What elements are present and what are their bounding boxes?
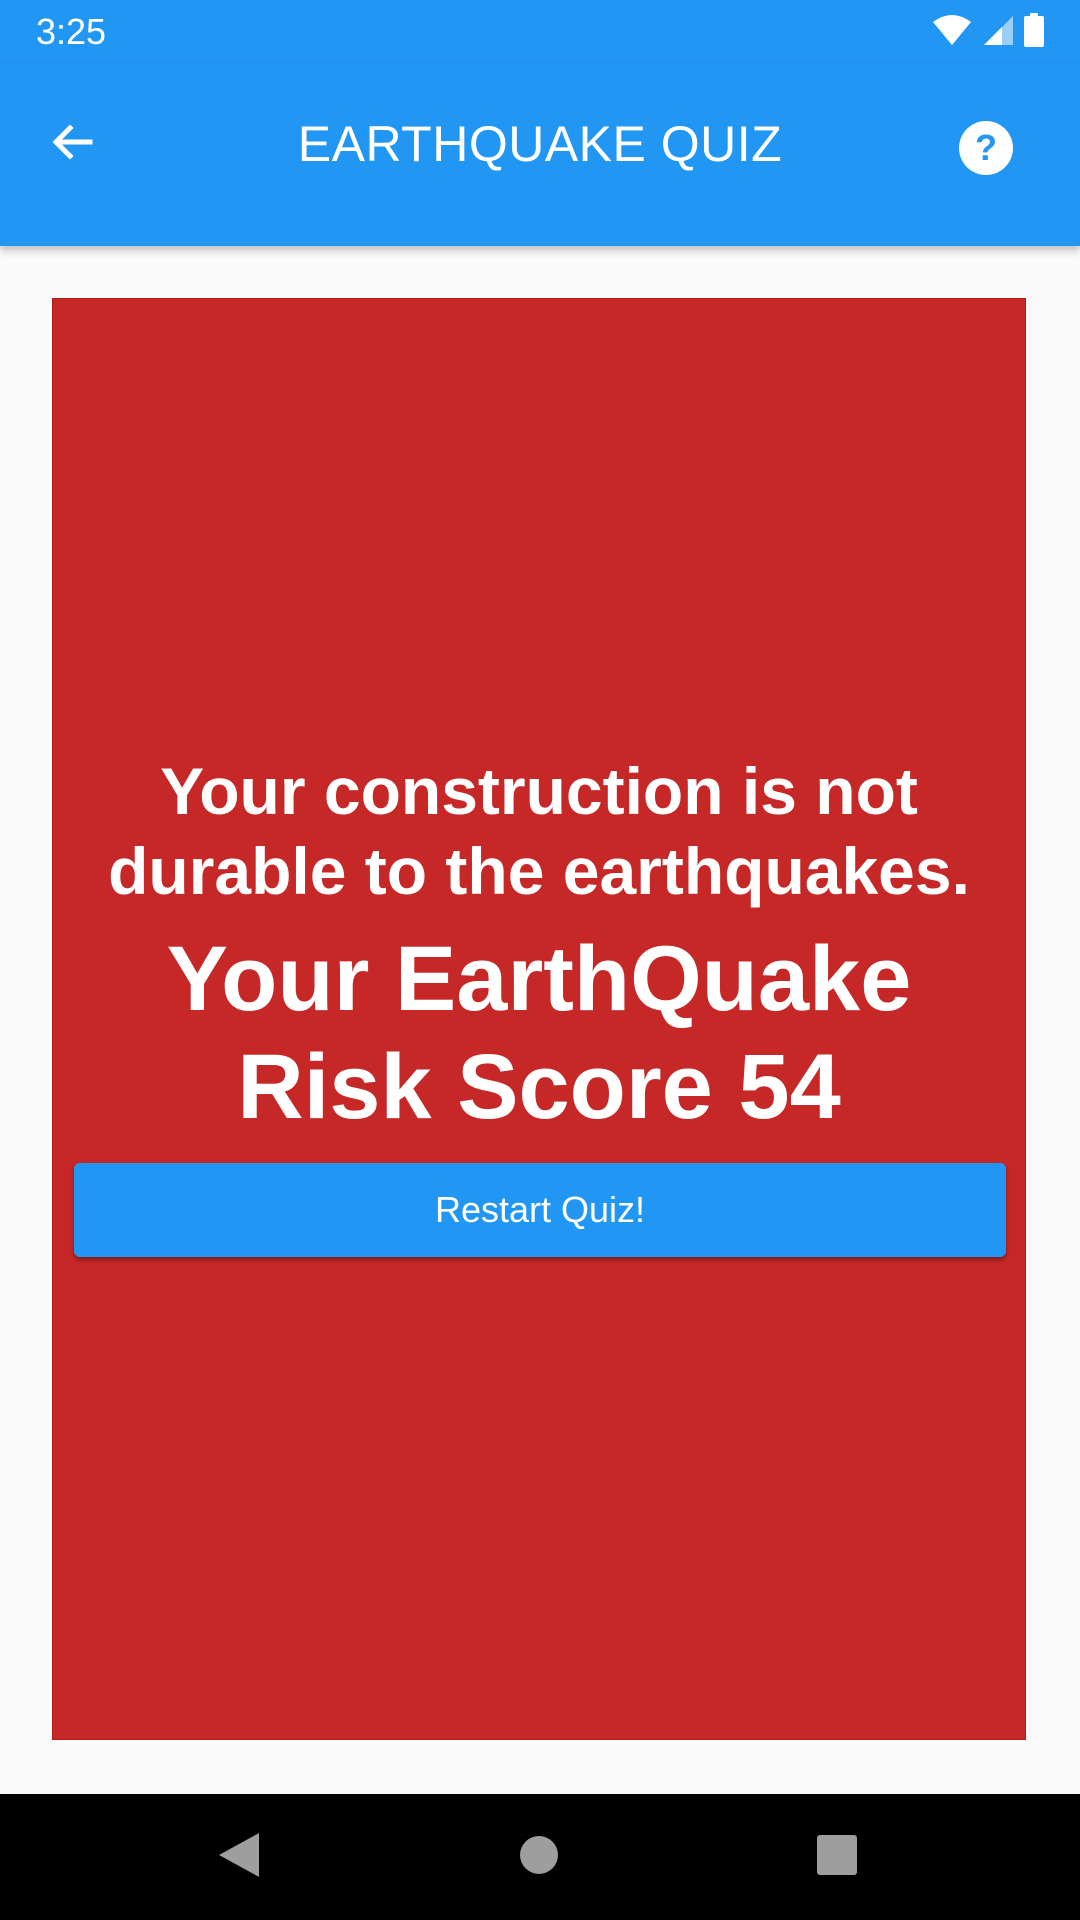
status-bar: 3:25 [0,0,1080,64]
nav-back-button[interactable] [214,1832,264,1882]
result-message: Your construction is not durable to the … [108,754,970,908]
wifi-icon [932,14,972,51]
result-content: Your construction is not durable to the … [53,751,1025,1141]
restart-quiz-button[interactable]: Restart Quiz! [74,1163,1006,1257]
arrow-back-icon [48,118,96,171]
status-time: 3:25 [36,11,107,52]
status-icons [932,12,1044,52]
result-card: Your construction is not durable to the … [52,298,1026,1740]
help-circle-icon: ? [958,120,1014,181]
recents-square-icon [817,1834,857,1880]
help-button[interactable]: ? [950,114,1022,186]
app-bar: EARTHQUAKE QUIZ ? [0,64,1080,246]
risk-score: Your EarthQuake Risk Score 54 [166,928,912,1138]
navigation-bar [0,1794,1080,1920]
svg-text:?: ? [975,127,997,168]
nav-recents-button[interactable] [812,1832,862,1882]
cellular-signal-icon [982,14,1014,51]
back-button[interactable] [36,108,108,180]
battery-icon [1024,12,1044,52]
nav-home-button[interactable] [514,1832,564,1882]
back-triangle-icon [217,1831,261,1884]
app-title: EARTHQUAKE QUIZ [297,116,783,172]
home-circle-icon [519,1835,559,1880]
